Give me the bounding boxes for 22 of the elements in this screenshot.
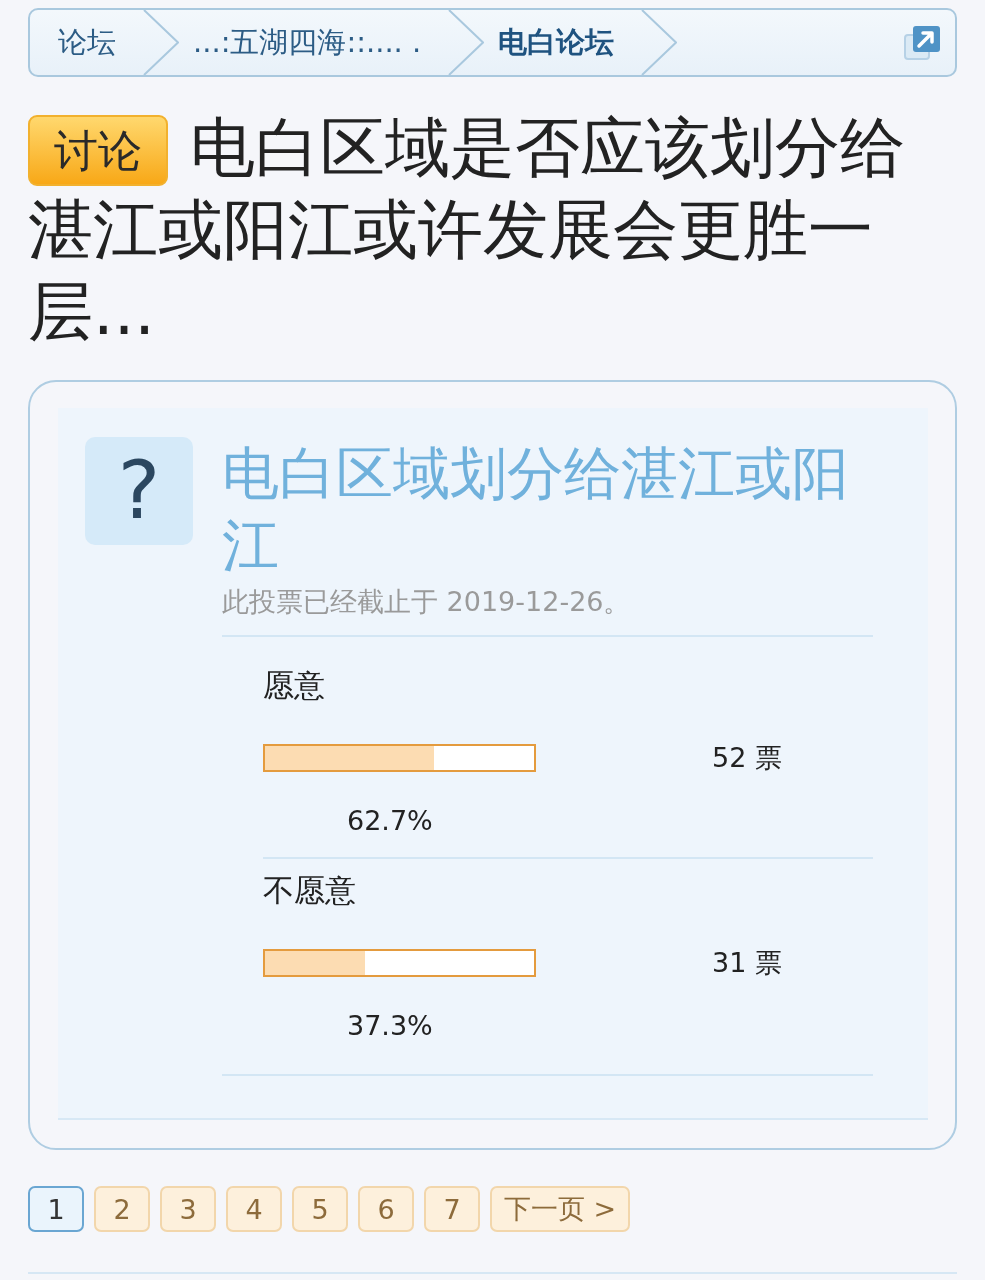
breadcrumb-link[interactable]: ...:五湖四海::.... . [179,10,449,75]
thread-title: 讨论 电白区域是否应该划分给湛江或阳江或许发展会更胜一层... [28,109,906,351]
external-link-icon[interactable] [904,25,940,60]
page-button[interactable]: 7 [424,1186,480,1232]
question-mark-tile: ? [85,437,193,545]
poll-status: 此投票已经截止于 2019-12-26。 [222,584,873,637]
page-button[interactable]: 5 [292,1186,348,1232]
vote-percent: 37.3% [347,1010,433,1041]
next-page-button[interactable]: 下一页 > [490,1186,631,1232]
page-button[interactable]: 6 [358,1186,414,1232]
page-button[interactable]: 2 [94,1186,150,1232]
page-button[interactable]: 1 [28,1186,84,1232]
vote-count: 31 票 [712,946,783,980]
page-button[interactable]: 4 [226,1186,282,1232]
vote-count: 52 票 [712,741,783,775]
option-label: 不愿意 [263,871,357,910]
poll-question: 电白区域划分给湛江或阳江 [222,439,850,580]
breadcrumb-link[interactable]: 电白论坛 [484,10,642,75]
vote-percent: 62.7% [347,805,433,836]
breadcrumb-link[interactable]: 论坛 [44,10,143,75]
page-button[interactable]: 3 [160,1186,216,1232]
option-label: 愿意 [263,666,326,705]
